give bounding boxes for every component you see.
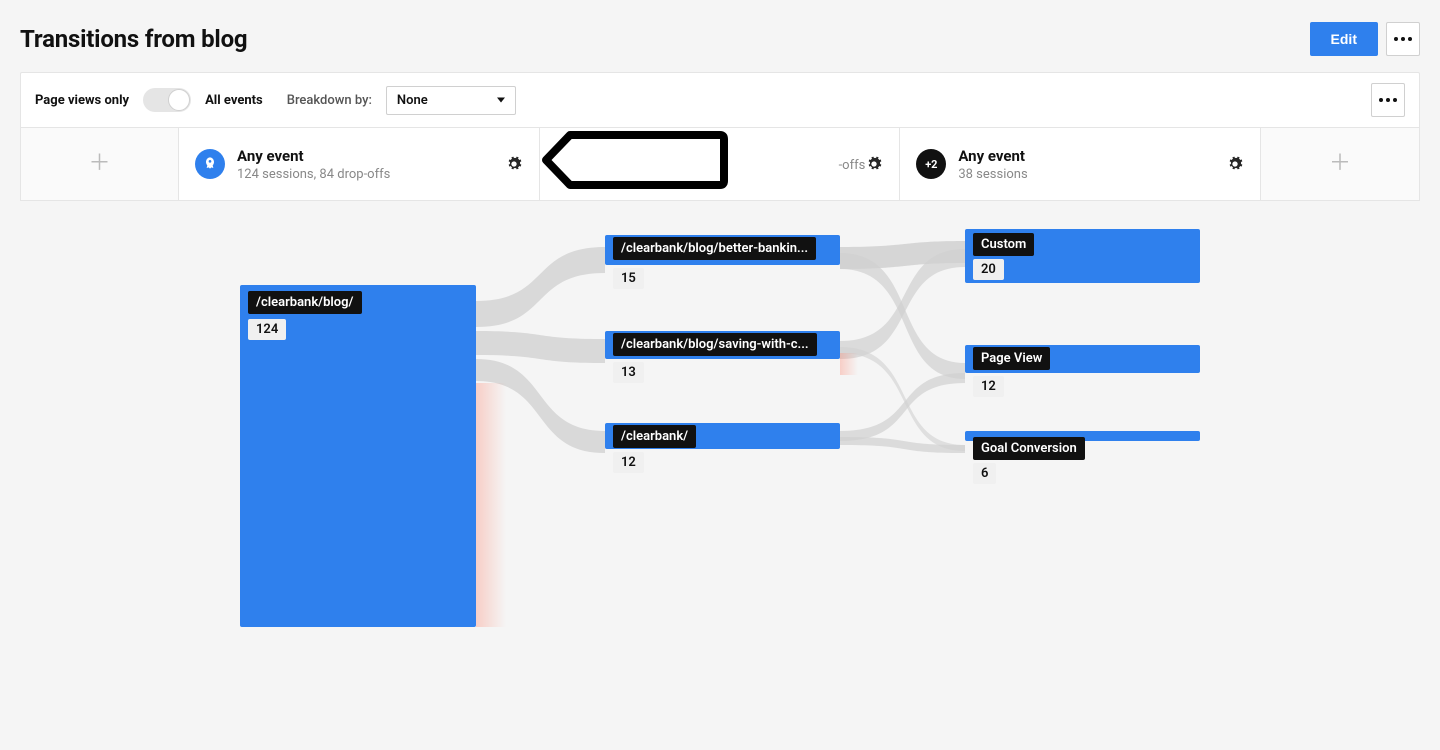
step-settings-button[interactable] bbox=[865, 155, 883, 173]
sankey-node-col3-1[interactable]: Page View 12 bbox=[965, 345, 1200, 373]
step-3[interactable]: +2 Any event 38 sessions bbox=[900, 128, 1261, 200]
add-step-right[interactable]: ＋ bbox=[1261, 128, 1419, 200]
toggle-knob bbox=[168, 89, 190, 111]
sankey-node-col2-2[interactable]: /clearbank/ 12 bbox=[605, 423, 840, 449]
node-count: 12 bbox=[973, 376, 1004, 397]
plus-icon: ＋ bbox=[1329, 153, 1351, 175]
all-events-label: All events bbox=[205, 93, 263, 108]
toolbar: Page views only All events Breakdown by:… bbox=[21, 73, 1419, 128]
step-subtitle: 124 sessions, 84 drop-offs bbox=[237, 167, 390, 182]
edit-button[interactable]: Edit bbox=[1310, 22, 1378, 56]
step-texts: Any event 38 sessions bbox=[958, 147, 1027, 182]
plus-icon: ＋ bbox=[88, 153, 110, 175]
node-label: /clearbank/ bbox=[613, 425, 696, 448]
node-count: 6 bbox=[973, 463, 996, 484]
toolbar-more-button[interactable] bbox=[1371, 83, 1405, 117]
node-label: Page View bbox=[973, 347, 1050, 370]
node-label: Custom bbox=[973, 233, 1034, 256]
sankey-node-col2-1[interactable]: /clearbank/blog/saving-with-c... 13 bbox=[605, 331, 840, 359]
page-title: Transitions from blog bbox=[20, 25, 247, 53]
step-2[interactable]: -offs bbox=[540, 128, 901, 200]
step-subtitle: 38 sessions bbox=[958, 167, 1027, 182]
page-views-only-label: Page views only bbox=[35, 93, 129, 108]
node-count: 15 bbox=[613, 268, 644, 289]
step-settings-button[interactable] bbox=[505, 155, 523, 173]
node-count: 12 bbox=[613, 452, 644, 473]
step-title: Any event bbox=[958, 147, 1027, 165]
sankey-node-col3-2[interactable]: Goal Conversion 6 bbox=[965, 431, 1200, 441]
step-subtitle: -offs bbox=[839, 158, 866, 173]
step-settings-button[interactable] bbox=[1226, 155, 1244, 173]
node-label: Goal Conversion bbox=[973, 437, 1085, 460]
step-texts: Any event 124 sessions, 84 drop-offs bbox=[237, 147, 390, 182]
step-title: Any event bbox=[237, 147, 390, 165]
badge-icon: +2 bbox=[916, 149, 946, 179]
add-step-left[interactable]: ＋ bbox=[21, 128, 179, 200]
node-count: 20 bbox=[973, 259, 1004, 280]
dropoff-col2 bbox=[840, 353, 858, 375]
sankey-node-col3-0[interactable]: Custom 20 bbox=[965, 229, 1200, 283]
sankey-canvas: /clearbank/blog/ 124 /clearbank/blog/bet… bbox=[20, 223, 1420, 663]
node-label: /clearbank/blog/saving-with-c... bbox=[613, 333, 817, 356]
node-label: /clearbank/blog/ bbox=[248, 291, 362, 314]
events-toggle[interactable] bbox=[143, 88, 191, 112]
rocket-icon bbox=[195, 149, 225, 179]
more-icon bbox=[1379, 98, 1397, 102]
sankey-node-col2-0[interactable]: /clearbank/blog/better-bankin... 15 bbox=[605, 235, 840, 265]
breakdown-value: None bbox=[397, 93, 428, 108]
more-icon bbox=[1394, 37, 1412, 41]
breakdown-select[interactable]: None bbox=[386, 86, 516, 115]
node-count: 124 bbox=[248, 319, 286, 340]
step-1[interactable]: Any event 124 sessions, 84 drop-offs bbox=[179, 128, 540, 200]
node-count: 13 bbox=[613, 362, 644, 383]
node-label: /clearbank/blog/better-bankin... bbox=[613, 237, 816, 260]
toolbar-container: Page views only All events Breakdown by:… bbox=[20, 72, 1420, 201]
badge-text: +2 bbox=[925, 158, 937, 171]
breakdown-label: Breakdown by: bbox=[287, 93, 372, 108]
steps-row: ＋ Any event 124 sessions, 84 drop-offs -… bbox=[21, 128, 1419, 200]
more-options-button[interactable] bbox=[1386, 22, 1420, 56]
sankey-node-col1-0[interactable]: /clearbank/blog/ 124 bbox=[240, 285, 476, 627]
header-actions: Edit bbox=[1310, 22, 1420, 56]
dropoff-col1 bbox=[476, 383, 506, 627]
